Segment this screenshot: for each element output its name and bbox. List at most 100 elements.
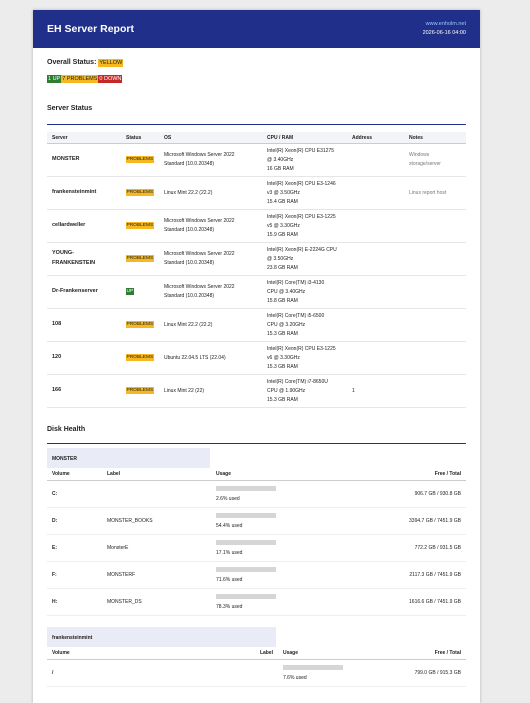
disk-row: D: MONSTER_BOOKS 54.4% used 3394.7 GB / 745… [47,507,466,535]
usage-text: 78.3% used [216,604,243,610]
server-row: YOUNG- FRANKENSTEIN PROBLEMS Microsoft Wind… [47,242,466,276]
server-status: UP [121,275,159,309]
server-status: PROBLEMS [121,308,159,342]
server-row: cellardweller PROBLEMS Microsoft Windows S… [47,209,466,243]
server-address [347,308,404,342]
disk-volume: C: [47,480,102,508]
status-badge: PROBLEMS [126,321,154,329]
usage-text: 71.6% used [216,577,243,583]
col-server: Server [47,132,121,144]
usage-text: 54.4% used [216,523,243,529]
col-free-total: Free / Total [403,647,466,660]
os-line-2: Standard (10.0.20348) [164,161,215,167]
up-count-badge: 1 UP [47,75,62,83]
server-name: 108 [47,308,121,342]
disk-table-monster: Volume Label Usage Free / Total C: 2.6% u… [47,468,466,616]
notes-line: Linux report host [409,189,447,196]
disk-label: MonsterE [102,534,211,562]
server-name-text: MONSTER [52,156,80,163]
usage-bar-fill [216,567,259,572]
report-date: 2026-06-16 04:00 [422,30,466,36]
disk-volume: E: [47,534,102,562]
disk-usage: 71.6% used [211,561,361,589]
report-title: EH Server Report [47,23,134,35]
server-name: 166 [47,374,121,408]
disk-usage: 54.4% used [211,507,361,535]
server-notes: Windows storage/server [404,143,466,177]
disk-volume: / [47,659,102,687]
col-volume: Volume [47,468,102,481]
server-os: Microsoft Windows Server 2022 Standard (1… [159,209,262,243]
server-address [347,209,404,243]
cpu-line: Intel(R) Core(TM) i5-6500 [267,312,325,319]
disk-usage: 78.3% used [211,588,361,616]
os-line: Microsoft Windows Server 2022 [164,152,235,158]
col-os: OS [159,132,262,144]
server-name: 120 [47,341,121,375]
usage-bar [283,665,343,670]
cpu-line-2: v3 @ 3.50GHz [267,189,300,196]
server-row: 108 PROBLEMS Linux Mint 22.2 (22.2) Intel(R… [47,308,466,342]
cpu-line-2: @ 3.50GHz [267,255,294,262]
cpu-line-2: CPU @ 1.90GHz [267,387,306,394]
disk-row: / 7.6% used 799.0 GB / 915.3 GB [47,659,466,687]
server-status: PROBLEMS [121,242,159,276]
server-row: MONSTER PROBLEMS Microsoft Windows Server … [47,143,466,177]
status-badge: PROBLEMS [126,255,154,263]
disk-usage: 7.6% used [278,659,403,687]
os-line: Microsoft Windows Server 2022 [164,218,235,224]
server-cpu-ram: Intel(R) Xeon(R) CPU E31275 @ 3.40GHz 16 G… [262,143,347,177]
disk-row: H: MONSTER_DS 78.3% used 1616.6 GB / 7451.9… [47,588,466,616]
server-os: Linux Mint 22.2 (22.2) [159,308,262,342]
server-address [347,341,404,375]
cpu-line-2: CPU @ 3.20GHz [267,321,306,328]
server-os: Microsoft Windows Server 2022 Standard (1… [159,275,262,309]
disk-free-total: 906.7 GB / 930.8 GB [361,480,466,508]
disk-label: MONSTER_BOOKS [102,507,211,535]
os-line: Microsoft Windows Server 2022 [164,284,235,290]
server-name-text: Dr-Frankenserver [52,288,98,295]
usage-bar [216,513,276,518]
server-status: PROBLEMS [121,209,159,243]
server-os: Linux Mint 22 (22) [159,374,262,408]
disk-row: F: MONSTERF 71.6% used 2117.3 GB / 7451.9 G… [47,561,466,589]
disk-table-header: Volume Label Usage Free / Total [47,468,466,481]
status-counts: 1 UP 7 PROBLEMS 0 DOWN [47,75,123,83]
disk-usage: 2.6% used [211,480,361,508]
status-badge: PROBLEMS [126,387,154,395]
os-line-2: Standard (10.0.20348) [164,293,215,299]
server-name: cellardweller [47,209,121,243]
notes-line-2: storage/server [409,161,441,167]
disk-table-header: Volume Label Usage Free / Total [47,647,466,660]
site-link[interactable]: www.enholm.net [426,21,466,27]
server-notes [404,341,466,375]
server-row: Dr-Frankenserver UP Microsoft Windows Serv… [47,275,466,309]
server-address [347,176,404,210]
ram-line: 16 GB RAM [267,165,294,172]
problems-count-badge: 7 PROBLEMS [61,75,99,83]
col-cpu-ram: CPU / RAM [262,132,347,144]
server-name-text: 108 [52,321,62,328]
disk-group-frankensteinmint: frankensteinmint [47,627,276,647]
server-status-table: Server Status OS CPU / RAM Address Notes… [47,132,466,408]
server-notes [404,374,466,408]
cpu-line: Intel(R) Core(TM) i3-4130 [267,279,325,286]
cpu-line: Intel(R) Xeon(R) CPU E3-1246 [267,180,336,187]
disk-health-divider [47,443,466,444]
report-page: EH Server Report www.enholm.net 2026-06-… [33,10,480,703]
ram-line: 15.3 GB RAM [267,330,298,337]
disk-free-total: 1616.6 GB / 7451.9 GB [361,588,466,616]
disk-volume: F: [47,561,102,589]
disk-label [102,659,278,687]
server-status: PROBLEMS [121,341,159,375]
server-notes [404,209,466,243]
server-cpu-ram: Intel(R) Xeon(R) CPU E3-1225 v6 @ 3.30GHz… [262,341,347,375]
cpu-line-2: v5 @ 3.30GHz [267,222,300,229]
disk-health-heading: Disk Health [47,426,86,433]
usage-bar-fill [216,513,249,518]
col-notes: Notes [404,132,466,144]
col-free-total: Free / Total [361,468,466,481]
cpu-line-2: v6 @ 3.30GHz [267,354,300,361]
status-badge: PROBLEMS [126,222,154,230]
server-row: 166 PROBLEMS Linux Mint 22 (22) Intel(R) Co… [47,374,466,408]
